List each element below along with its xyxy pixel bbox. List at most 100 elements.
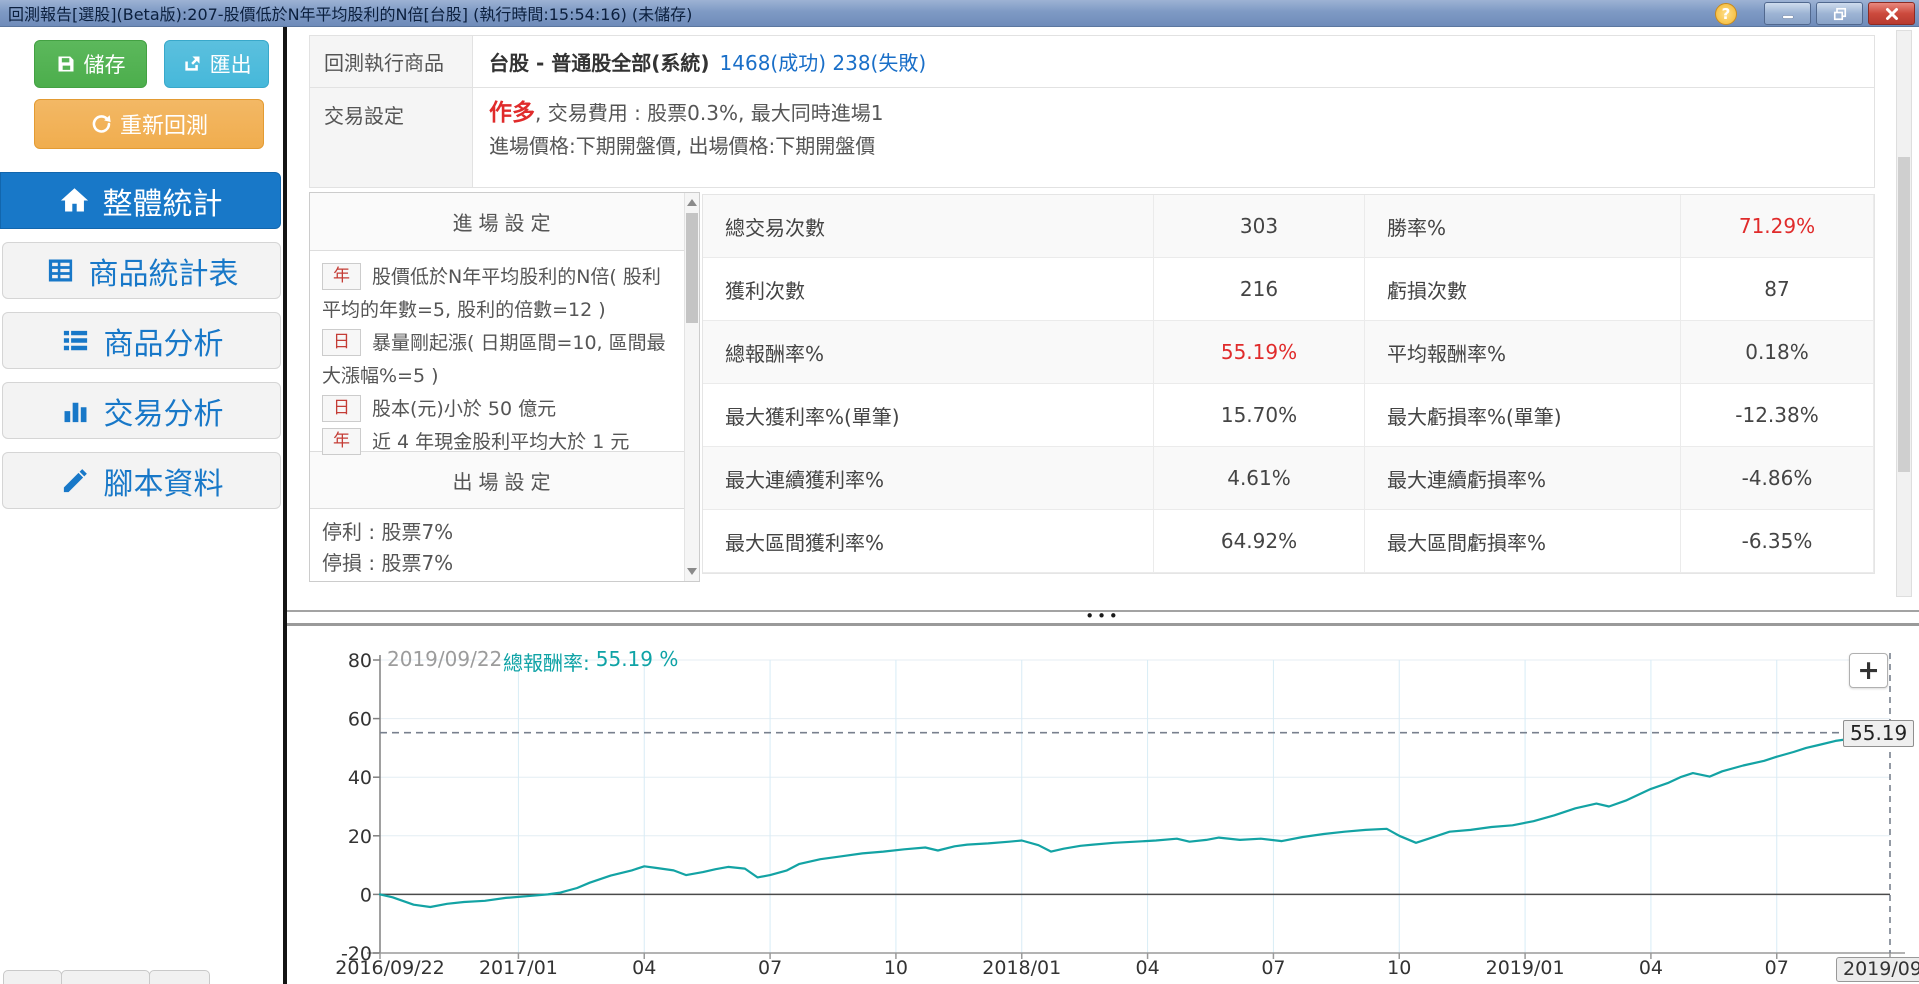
product-name: 台股 - 普通股全部(系統) — [489, 51, 710, 75]
bottom-stub-tabs — [3, 970, 210, 984]
stat-value: 87 — [1681, 258, 1874, 321]
y-axis-label: 40 — [348, 767, 372, 789]
page-scrollbar[interactable] — [1896, 30, 1912, 597]
sidebar-item-label: 交易分析 — [103, 396, 224, 432]
table-icon — [45, 255, 76, 286]
sidebar-item-label: 商品分析 — [103, 326, 224, 362]
x-axis-label: 07 — [758, 957, 782, 979]
stat-label: 最大連續獲利率% — [703, 447, 1154, 510]
entry-exit-panel: 進場設定 年股價低於N年平均股利的N倍( 股利平均的年數=5, 股利的倍數=12… — [309, 192, 700, 582]
sidebar-item-home[interactable]: 整體統計 — [0, 172, 281, 229]
stub-tab[interactable] — [3, 970, 62, 984]
trade-settings-line2: 進場價格:下期開盤價, 出場價格:下期開盤價 — [489, 134, 876, 158]
splitter-grip-icon: ••• — [1085, 607, 1121, 625]
scroll-down-arrow-icon[interactable] — [687, 568, 697, 575]
panel-scrollbar[interactable] — [684, 193, 699, 581]
home-icon — [59, 185, 90, 216]
restore-button[interactable] — [1816, 2, 1863, 25]
restore-icon — [1833, 7, 1846, 20]
sidebar-item-label: 腳本資料 — [103, 466, 224, 502]
stat-value: 55.19% — [1154, 321, 1365, 384]
y-axis-label: 0 — [360, 884, 372, 906]
horizontal-splitter[interactable]: ••• — [287, 607, 1919, 626]
crosshair-date: 2019/09/22 — [387, 647, 503, 671]
summary-row1-label: 回測執行商品 — [310, 36, 473, 88]
entry-conditions-list: 年股價低於N年平均股利的N倍( 股利平均的年數=5, 股利的倍數=12 ) 日暴量… — [310, 251, 699, 455]
x-axis-label: 2017/01 — [479, 957, 558, 979]
x-axis-label: 2016/09/22 — [335, 957, 445, 979]
exit-settings-header: 出場設定 — [310, 451, 699, 509]
end-date-label: 2019/09/22 — [1836, 957, 1919, 982]
stub-tab[interactable] — [149, 970, 210, 984]
entry-settings-header: 進場設定 — [310, 193, 699, 251]
stat-label: 虧損次數 — [1365, 258, 1681, 321]
legend-series-label: 總報酬率: — [503, 651, 590, 675]
refresh-icon — [92, 115, 111, 133]
x-axis-label: 2019/01 — [1486, 957, 1565, 979]
bars-icon — [60, 395, 91, 426]
summary-row2-value: 作多, 交易費用 : 股票0.3%, 最大同時進場1 進場價格:下期開盤價, 出… — [473, 88, 1874, 187]
stat-value: 71.29% — [1681, 195, 1874, 258]
stub-tab[interactable] — [61, 970, 150, 984]
list-icon — [60, 325, 91, 356]
content-area: 回測執行商品 台股 - 普通股全部(系統) 1468(成功) 238(失敗) 交… — [287, 27, 1919, 984]
scroll-up-arrow-icon[interactable] — [687, 199, 697, 206]
entry-condition: 年近 4 年現金股利平均大於 1 元 — [322, 426, 673, 459]
stat-value: -6.35% — [1681, 510, 1874, 573]
title-bar: 回測報告[選股](Beta版):207-股價低於N年平均股利的N倍[台股] (執… — [0, 0, 1919, 27]
sidebar-item-bars[interactable]: 交易分析 — [2, 382, 281, 439]
sidebar-item-label: 整體統計 — [102, 186, 223, 222]
y-axis-label: 60 — [348, 709, 372, 731]
x-axis-label: 07 — [1765, 957, 1789, 979]
period-tag: 日 — [322, 395, 361, 422]
help-button[interactable]: ? — [1715, 2, 1737, 25]
stat-value: -4.86% — [1681, 447, 1874, 510]
stat-label: 總交易次數 — [703, 195, 1154, 258]
stat-value: -12.38% — [1681, 384, 1874, 447]
x-axis-label: 10 — [1387, 957, 1411, 979]
period-tag: 年 — [322, 428, 361, 455]
minimize-button[interactable] — [1764, 2, 1811, 25]
stat-value: 303 — [1154, 195, 1365, 258]
chart-legend: 總報酬率: 55.19 % — [503, 647, 678, 676]
summary-row2-label: 交易設定 — [310, 88, 473, 187]
x-axis-label: 10 — [884, 957, 908, 979]
chart-canvas: 806040200-202016/09/22 2017/01 04 07 10 2018/… — [335, 650, 1907, 979]
toolbar: 儲存 匯出 重新回測 — [0, 27, 283, 149]
entry-condition: 日股本(元)小於 50 億元 — [322, 393, 673, 426]
sidebar-item-pencil[interactable]: 腳本資料 — [2, 452, 281, 509]
stat-label: 平均報酬率% — [1365, 321, 1681, 384]
backtest-summary-table: 回測執行商品 台股 - 普通股全部(系統) 1468(成功) 238(失敗) 交… — [309, 35, 1875, 188]
entry-condition: 年股價低於N年平均股利的N倍( 股利平均的年數=5, 股利的倍數=12 ) — [322, 261, 673, 327]
rerun-backtest-button[interactable]: 重新回測 — [34, 99, 264, 149]
page-scrollbar-thumb[interactable] — [1898, 157, 1910, 472]
exit-settings-body: 停利 : 股票7% 停損 : 股票7% — [310, 509, 699, 579]
close-button[interactable] — [1868, 2, 1915, 25]
x-axis-label: 04 — [1639, 957, 1663, 979]
y-axis-label: 20 — [348, 826, 372, 848]
window-title: 回測報告[選股](Beta版):207-股價低於N年平均股利的N倍[台股] (執… — [8, 5, 693, 24]
sidebar-item-label: 商品統計表 — [88, 256, 239, 292]
stat-label: 最大連續虧損率% — [1365, 447, 1681, 510]
stat-value: 216 — [1154, 258, 1365, 321]
stat-label: 總報酬率% — [703, 321, 1154, 384]
save-button[interactable]: 儲存 — [34, 40, 147, 88]
equity-curve-chart[interactable]: 80 60 40 20 0 -20 2016/09/22 2017/01 04 07 10 2018/… — [287, 627, 1919, 984]
panel-scrollbar-thumb[interactable] — [686, 213, 698, 323]
sidebar-item-table[interactable]: 商品統計表 — [2, 242, 281, 299]
window-controls: ? — [1715, 2, 1915, 25]
sidebar-item-list[interactable]: 商品分析 — [2, 312, 281, 369]
pencil-icon — [60, 465, 91, 496]
current-value-label: 55.19 — [1843, 720, 1915, 747]
sidebar-nav: 整體統計商品統計表商品分析交易分析腳本資料 — [0, 172, 283, 509]
exit-line: 停損 : 股票7% — [322, 551, 454, 575]
export-button[interactable]: 匯出 — [164, 40, 270, 88]
stat-label: 獲利次數 — [703, 258, 1154, 321]
legend-series-value: 55.19 % — [595, 647, 679, 671]
success-fail-counts[interactable]: 1468(成功) 238(失敗) — [720, 47, 927, 76]
chart-zoom-button[interactable]: + — [1849, 653, 1888, 688]
x-axis-label: 07 — [1261, 957, 1285, 979]
sidebar: 儲存 匯出 重新回測 整體統計商品統計表商品分析交易分析腳本資料 — [0, 27, 283, 984]
stat-value: 0.18% — [1681, 321, 1874, 384]
stat-label: 最大區間獲利率% — [703, 510, 1154, 573]
